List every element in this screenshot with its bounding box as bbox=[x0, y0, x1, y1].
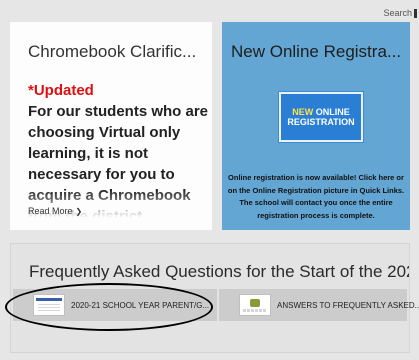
document-label: ANSWERS TO FREQUENTLY ASKED... bbox=[277, 300, 419, 310]
faq-panel: Frequently Asked Questions for the Start… bbox=[10, 243, 419, 353]
updated-tag: *Updated bbox=[28, 82, 94, 99]
news-card-title[interactable]: Chromebook Clarific... bbox=[28, 42, 208, 62]
document-link-parent-guide[interactable]: 2020-21 SCHOOL YEAR PARENT/G... bbox=[13, 289, 217, 321]
news-card-chromebook[interactable]: Chromebook Clarific... *Updated For our … bbox=[10, 22, 212, 230]
news-card-registration[interactable]: New Online Registra... NEW ONLINE REGIST… bbox=[222, 22, 410, 230]
news-card-body: Online registration is now available! Cl… bbox=[227, 173, 405, 220]
document-thumbnail-icon bbox=[33, 294, 65, 316]
search-icon bbox=[414, 8, 417, 18]
read-more-link[interactable]: Read More ❯ bbox=[28, 206, 82, 216]
news-card-title[interactable]: New Online Registra... bbox=[231, 42, 409, 62]
search-label: Search bbox=[383, 8, 412, 18]
read-more-label: Read More bbox=[28, 206, 73, 216]
faq-heading[interactable]: Frequently Asked Questions for the Start… bbox=[29, 262, 409, 282]
image-line-1: NEW ONLINE bbox=[292, 107, 350, 117]
document-label: 2020-21 SCHOOL YEAR PARENT/G... bbox=[71, 300, 210, 310]
search-link[interactable]: Search bbox=[383, 8, 417, 18]
image-new-word: NEW bbox=[292, 107, 314, 117]
image-online-word: ONLINE bbox=[315, 107, 350, 117]
document-link-faq-answers[interactable]: ANSWERS TO FREQUENTLY ASKED... bbox=[219, 289, 419, 321]
chevron-right-icon: ❯ bbox=[75, 206, 83, 216]
document-thumbnail-icon bbox=[239, 294, 271, 316]
online-registration-image[interactable]: NEW ONLINE REGISTRATION bbox=[279, 92, 363, 142]
image-line-2: REGISTRATION bbox=[287, 117, 355, 127]
